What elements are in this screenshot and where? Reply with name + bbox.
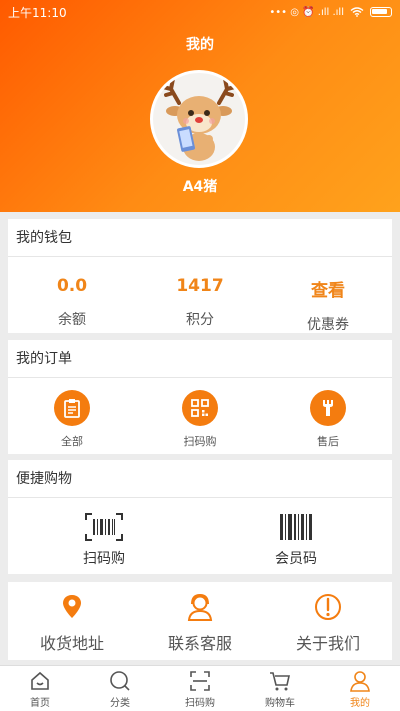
order-scan-label: 扫码购 (183, 435, 217, 448)
deer-mascot-avatar (161, 77, 237, 161)
scan-buy-button[interactable]: 扫码购 (8, 498, 200, 568)
tab-mine[interactable]: 我的 (320, 666, 400, 711)
scan-buy-label: 扫码购 (83, 551, 125, 567)
bottom-tab-bar: 首页 分类 扫码购 购物车 我的 (0, 665, 400, 711)
barcode-icon (280, 514, 312, 540)
profile-header: 上午11:10 ••• ◎ ⏰ .ıll .ıll 我的 A4猪 (0, 0, 400, 212)
balance-value: 0.0 (56, 276, 88, 296)
tab-scan-label: 扫码购 (185, 698, 215, 709)
wallet-card: 我的钱包 0.0 余额 1417 积分 查看 优惠券 (8, 219, 392, 333)
username: A4猪 (182, 179, 218, 195)
scan-icon (190, 671, 210, 691)
clipboard-icon (54, 390, 90, 426)
battery-icon (370, 7, 392, 17)
order-all-label: 全部 (61, 435, 83, 448)
scan-barcode-icon (85, 513, 123, 541)
tab-home-label: 首页 (30, 698, 50, 709)
quick-shop-title: 便捷购物 (8, 460, 392, 498)
order-aftersale-button[interactable]: 售后 (264, 378, 392, 449)
member-code-label: 会员码 (275, 551, 317, 567)
wallet-points[interactable]: 1417 积分 (136, 257, 264, 334)
about-us-label: 关于我们 (295, 634, 360, 653)
tab-mine-label: 我的 (350, 698, 370, 709)
status-icons: ••• ◎ ⏰ .ıll .ıll (269, 7, 392, 18)
customer-service-label: 联系客服 (167, 634, 232, 653)
about-us-button[interactable]: 关于我们 (264, 582, 392, 654)
orders-title: 我的订单 (8, 340, 392, 378)
cart-icon (270, 672, 290, 691)
wifi-icon (350, 7, 364, 17)
tab-category[interactable]: 分类 (80, 666, 160, 711)
qr-code-icon (182, 390, 218, 426)
tab-cart[interactable]: 购物车 (240, 666, 320, 711)
page-title: 我的 (186, 37, 214, 53)
wallet-coupons[interactable]: 查看 优惠券 (264, 257, 392, 334)
order-scan-button[interactable]: 扫码购 (136, 378, 264, 449)
avatar[interactable] (150, 70, 248, 168)
tab-home[interactable]: 首页 (0, 666, 80, 711)
wallet-title: 我的钱包 (8, 219, 392, 257)
home-icon (31, 671, 49, 690)
tab-category-label: 分类 (110, 698, 130, 709)
tab-cart-label: 购物车 (265, 698, 295, 709)
points-label: 积分 (186, 312, 214, 328)
orders-card: 我的订单 全部 扫码购 售后 (8, 340, 392, 454)
tab-scan[interactable]: 扫码购 (160, 666, 240, 711)
coupons-label: 优惠券 (307, 317, 349, 333)
order-all-button[interactable]: 全部 (8, 378, 136, 449)
location-pin-icon (63, 595, 81, 618)
quick-shop-card: 便捷购物 扫码购 会员码 (8, 460, 392, 574)
balance-label: 余额 (58, 312, 86, 328)
services-card: 收货地址 联系客服 关于我们 (8, 582, 392, 660)
address-label: 收货地址 (39, 634, 104, 653)
category-icon (110, 671, 130, 691)
order-aftersale-label: 售后 (317, 435, 339, 448)
member-code-button[interactable]: 会员码 (200, 498, 392, 568)
wallet-balance[interactable]: 0.0 余额 (8, 257, 136, 334)
coupons-value: 查看 (311, 281, 345, 301)
status-time: 上午11:10 (8, 5, 67, 20)
status-bar: 上午11:10 ••• ◎ ⏰ .ıll .ıll (0, 0, 400, 24)
customer-service-button[interactable]: 联系客服 (136, 582, 264, 654)
signal-icons: ••• ◎ ⏰ .ıll .ıll (269, 6, 344, 18)
address-button[interactable]: 收货地址 (8, 582, 136, 654)
info-icon (315, 594, 341, 620)
points-value: 1417 (176, 276, 224, 296)
customer-service-icon (187, 593, 213, 621)
user-icon (350, 671, 370, 692)
wrench-icon (310, 390, 346, 426)
